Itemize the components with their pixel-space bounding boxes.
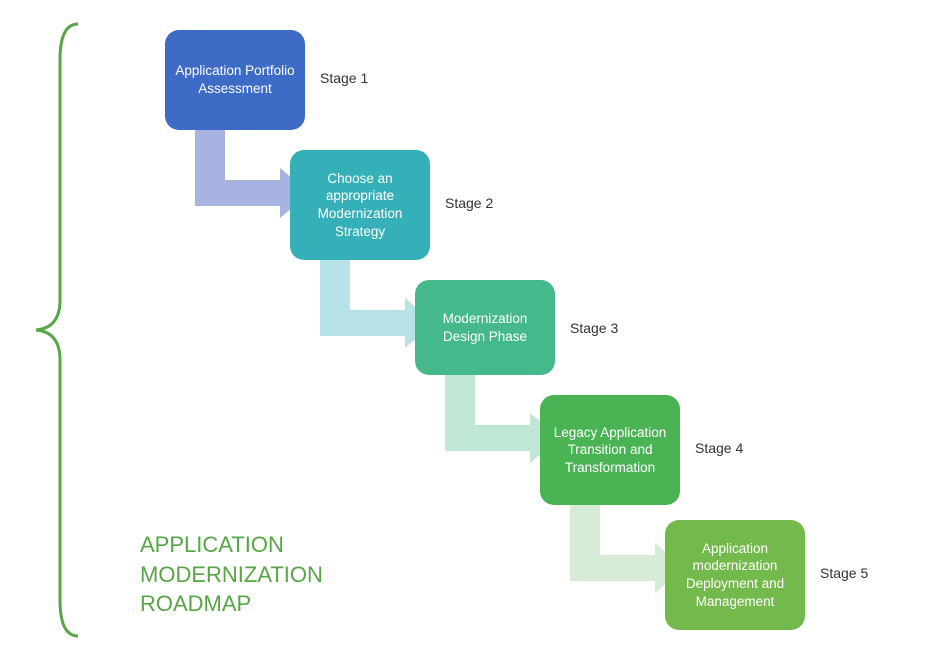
stage-2-box: Choose an appropriate Modernization Stra…	[290, 150, 430, 260]
stage-5-text: Application modernization Deployment and…	[675, 540, 795, 610]
stage-1-box: Application Portfolio Assessment	[165, 30, 305, 130]
stage-4-label: Stage 4	[695, 440, 743, 456]
stage-3-text: Modernization Design Phase	[425, 310, 545, 345]
title-line-2: MODERNIZATION	[140, 560, 323, 590]
stage-1-label: Stage 1	[320, 70, 368, 86]
stage-1-text: Application Portfolio Assessment	[175, 62, 295, 97]
stage-4-box: Legacy Application Transition and Transf…	[540, 395, 680, 505]
stage-3-box: Modernization Design Phase	[415, 280, 555, 375]
title-line-3: ROADMAP	[140, 589, 323, 619]
stage-3-label: Stage 3	[570, 320, 618, 336]
stage-2-text: Choose an appropriate Modernization Stra…	[300, 170, 420, 240]
stage-4-text: Legacy Application Transition and Transf…	[550, 424, 670, 477]
diagram-title: APPLICATION MODERNIZATION ROADMAP	[140, 530, 323, 619]
bracket-decoration	[30, 20, 80, 640]
stage-2-label: Stage 2	[445, 195, 493, 211]
title-line-1: APPLICATION	[140, 530, 323, 560]
stage-5-box: Application modernization Deployment and…	[665, 520, 805, 630]
stage-5-label: Stage 5	[820, 565, 868, 581]
